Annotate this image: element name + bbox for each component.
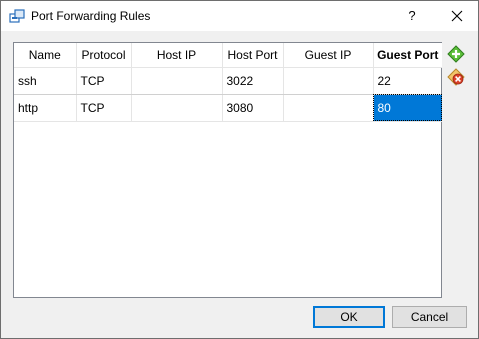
help-button[interactable]: ?: [393, 1, 431, 31]
remove-rule-button[interactable]: [447, 68, 465, 86]
table-row[interactable]: http TCP 3080 80: [14, 94, 442, 122]
ok-button[interactable]: OK: [313, 306, 385, 328]
table-row[interactable]: ssh TCP 3022 22: [14, 67, 442, 95]
cell-host-ip[interactable]: [131, 94, 223, 122]
network-ports-icon: [9, 9, 25, 23]
cell-guest-port-selected[interactable]: 80: [373, 94, 442, 122]
cell-name[interactable]: http: [14, 94, 77, 122]
port-forwarding-dialog: Port Forwarding Rules ? Name Protocol Ho…: [0, 0, 479, 339]
remove-rule-icon: [447, 68, 465, 86]
cancel-button[interactable]: Cancel: [392, 306, 467, 328]
cell-protocol[interactable]: TCP: [76, 67, 132, 95]
close-icon: [451, 10, 463, 22]
close-button[interactable]: [436, 1, 478, 31]
cell-host-ip[interactable]: [131, 67, 223, 95]
cell-host-port[interactable]: 3080: [222, 94, 284, 122]
title-bar[interactable]: Port Forwarding Rules ?: [1, 1, 478, 31]
add-rule-button[interactable]: [447, 45, 465, 63]
table-header-row: Name Protocol Host IP Host Port Guest IP…: [14, 43, 442, 68]
cell-protocol[interactable]: TCP: [76, 94, 132, 122]
column-header-protocol[interactable]: Protocol: [76, 43, 132, 68]
column-header-host-port[interactable]: Host Port: [222, 43, 284, 68]
column-header-guest-port[interactable]: Guest Port: [373, 43, 442, 68]
column-header-name[interactable]: Name: [14, 43, 77, 68]
cell-host-port[interactable]: 3022: [222, 67, 284, 95]
cell-guest-ip[interactable]: [283, 94, 374, 122]
cell-guest-port[interactable]: 22: [373, 67, 442, 95]
column-header-host-ip[interactable]: Host IP: [131, 43, 223, 68]
column-header-guest-ip[interactable]: Guest IP: [283, 43, 374, 68]
add-rule-icon: [447, 45, 465, 63]
rules-table[interactable]: Name Protocol Host IP Host Port Guest IP…: [13, 42, 442, 298]
dialog-title: Port Forwarding Rules: [31, 9, 151, 23]
cell-name[interactable]: ssh: [14, 67, 77, 95]
cell-guest-ip[interactable]: [283, 67, 374, 95]
